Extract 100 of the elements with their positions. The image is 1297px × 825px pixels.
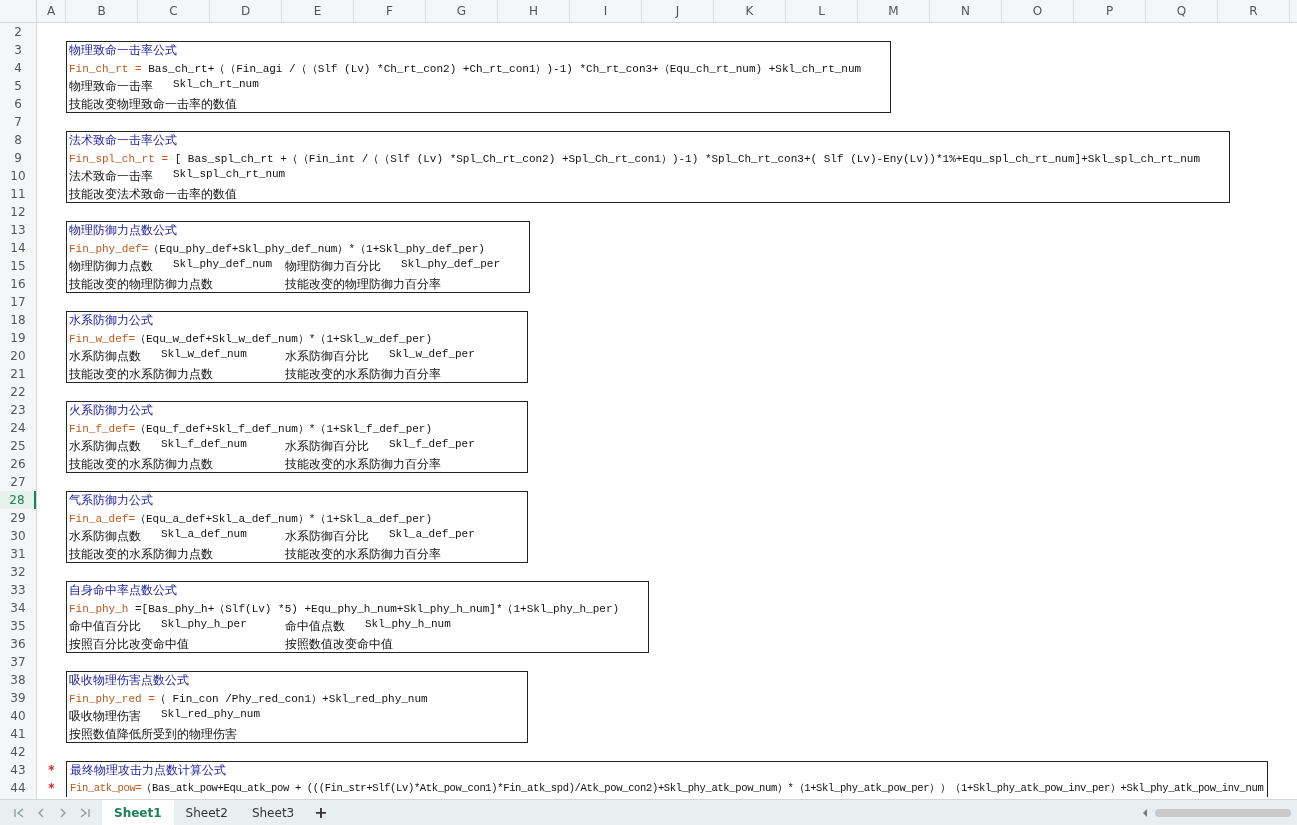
row-header[interactable]: 31	[0, 545, 36, 563]
row-header[interactable]: 18	[0, 311, 36, 329]
add-sheet-button[interactable]: +	[306, 800, 336, 825]
column-header[interactable]: O	[1002, 0, 1074, 22]
row-header[interactable]: 21	[0, 365, 36, 383]
row-header[interactable]: 25	[0, 437, 36, 455]
column-header[interactable]: C	[138, 0, 210, 22]
cell-text: 水系防御百分比	[285, 347, 369, 365]
cell-text: 技能改变物理致命一击率的数值	[69, 95, 237, 113]
scroll-left-icon[interactable]	[1141, 807, 1149, 818]
variable-name: Skl_w_def_num	[161, 347, 247, 362]
column-header[interactable]: L	[786, 0, 858, 22]
row-marker: *	[48, 781, 55, 795]
row-header[interactable]: 11	[0, 185, 36, 203]
row-header[interactable]: 10	[0, 167, 36, 185]
variable-name: Skl_f_def_per	[389, 437, 475, 452]
column-header[interactable]: H	[498, 0, 570, 22]
cell-text: 物理防御力百分比	[285, 257, 381, 275]
row-header[interactable]: 3	[0, 41, 36, 59]
variable-name: Skl_phy_def_num	[173, 257, 273, 272]
cell-text: 技能改变的物理防御力百分率	[285, 275, 441, 293]
row-header[interactable]: 41	[0, 725, 36, 743]
row-header[interactable]: 9	[0, 149, 36, 167]
row-header[interactable]: 26	[0, 455, 36, 473]
column-header[interactable]: G	[426, 0, 498, 22]
column-header[interactable]: I	[570, 0, 642, 22]
cell-text: 水系防御点数	[69, 437, 141, 455]
cell-text: 技能改变的水系防御力百分率	[285, 365, 441, 383]
row-header[interactable]: 32	[0, 563, 36, 581]
row-header[interactable]: 13	[0, 221, 36, 239]
variable-name: Skl_a_def_per	[389, 527, 475, 542]
formula-text: Fin_w_def=（Equ_w_def+Skl_w_def_num）*（1+Skl_w_def_per)	[69, 331, 433, 346]
row-header[interactable]: 44	[0, 779, 36, 797]
cell-text: 技能改变的水系防御力点数	[69, 455, 213, 473]
cell-text: 水系防御百分比	[285, 437, 369, 455]
row-header[interactable]: 7	[0, 113, 36, 131]
column-header[interactable]: D	[210, 0, 282, 22]
column-header[interactable]: F	[354, 0, 426, 22]
variable-name: Skl_spl_ch_rt_num	[173, 167, 286, 182]
cell-text: 命中值点数	[285, 617, 345, 635]
variable-name: Skl_ch_rt_num	[173, 77, 259, 92]
variable-name: Skl_a_def_num	[161, 527, 247, 542]
formula-text: Fin_phy_red =（ Fin_con /Phy_red_con1）+Skl_red_phy_num	[69, 691, 428, 706]
column-header[interactable]: Q	[1146, 0, 1218, 22]
sheet-tab[interactable]: Sheet2	[173, 800, 240, 825]
variable-name: Skl_red_phy_num	[161, 707, 261, 722]
row-header[interactable]: 16	[0, 275, 36, 293]
cell-text: 技能改变的水系防御力百分率	[285, 545, 441, 563]
formula-text: Fin_a_def=（Equ_a_def+Skl_a_def_num）*（1+Skl_a_def_per)	[69, 511, 433, 526]
variable-name: Skl_w_def_per	[389, 347, 475, 362]
column-header[interactable]: B	[66, 0, 138, 22]
row-header[interactable]: 14	[0, 239, 36, 257]
column-header[interactable]: N	[930, 0, 1002, 22]
cell-text: 按照百分比改变命中值	[69, 635, 189, 653]
row-header[interactable]: 29	[0, 509, 36, 527]
column-header[interactable]: J	[642, 0, 714, 22]
row-header[interactable]: 6	[0, 95, 36, 113]
row-header[interactable]: 19	[0, 329, 36, 347]
column-header[interactable]: M	[858, 0, 930, 22]
row-header[interactable]: 27	[0, 473, 36, 491]
row-header[interactable]: 34	[0, 599, 36, 617]
row-header[interactable]: 33	[0, 581, 36, 599]
row-header[interactable]: 12	[0, 203, 36, 221]
cell-text: 水系防御点数	[69, 347, 141, 365]
row-header[interactable]: 24	[0, 419, 36, 437]
row-header[interactable]: 28	[0, 491, 36, 509]
cell-text: 法术致命一击率	[69, 167, 153, 185]
row-header[interactable]: 8	[0, 131, 36, 149]
column-header[interactable]: A	[37, 0, 66, 22]
row-header[interactable]: 35	[0, 617, 36, 635]
column-header[interactable]: R	[1218, 0, 1290, 22]
variable-name: Skl_phy_def_per	[401, 257, 501, 272]
row-header[interactable]: 20	[0, 347, 36, 365]
cell-text: 技能改变的物理防御力点数	[69, 275, 213, 293]
row-header[interactable]: 39	[0, 689, 36, 707]
sheet-tab[interactable]: Sheet1	[102, 800, 174, 825]
column-header[interactable]: P	[1074, 0, 1146, 22]
row-header[interactable]: 5	[0, 77, 36, 95]
row-header[interactable]: 23	[0, 401, 36, 419]
row-header[interactable]: 22	[0, 383, 36, 401]
row-header[interactable]: 15	[0, 257, 36, 275]
row-header[interactable]: 38	[0, 671, 36, 689]
formula-title: 自身命中率点数公式	[69, 581, 177, 599]
row-header[interactable]: 36	[0, 635, 36, 653]
cell-text: 技能改变的水系防御力点数	[69, 545, 213, 563]
row-header[interactable]: 17	[0, 293, 36, 311]
column-header[interactable]: K	[714, 0, 786, 22]
row-header[interactable]: 4	[0, 59, 36, 77]
row-header[interactable]: 30	[0, 527, 36, 545]
row-header[interactable]: 42	[0, 743, 36, 761]
cell-text: 物理致命一击率	[69, 77, 153, 95]
column-header[interactable]: E	[282, 0, 354, 22]
row-header[interactable]: 37	[0, 653, 36, 671]
cell-text: 技能改变的水系防御力点数	[69, 365, 213, 383]
formula-title: 法术致命一击率公式	[69, 131, 177, 149]
row-header[interactable]: 43	[0, 761, 36, 779]
sheet-tab[interactable]: Sheet3	[239, 800, 307, 825]
row-header[interactable]: 2	[0, 23, 36, 41]
formula-title: 物理致命一击率公式	[69, 41, 177, 59]
row-header[interactable]: 40	[0, 707, 36, 725]
